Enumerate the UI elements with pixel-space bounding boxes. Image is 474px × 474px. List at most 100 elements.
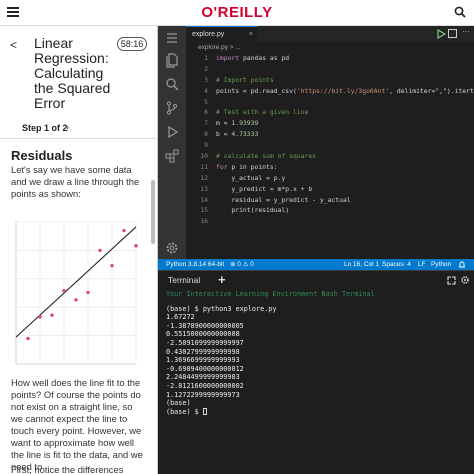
activity-bar (158, 26, 186, 259)
run-icon[interactable] (437, 29, 446, 39)
terminal-line: 0.5515000000000008 (166, 330, 240, 339)
lesson-paragraph: Let's say we have some data and we draw … (11, 164, 140, 199)
search-icon[interactable] (454, 6, 466, 18)
code-line[interactable]: 14 residual = y_predict - y_actual (186, 195, 474, 206)
code-token: # Import points (216, 75, 274, 84)
source-control-icon[interactable] (164, 100, 180, 116)
terminal-line: 1.67272 (166, 313, 195, 322)
split-editor-icon[interactable] (448, 29, 457, 38)
line-number: 5 (204, 97, 208, 106)
code-line[interactable]: 6 # Test with a given line (186, 107, 474, 118)
next-step-chevron-icon[interactable]: › (66, 122, 69, 132)
notifications-bell-icon[interactable] (458, 261, 466, 268)
editor-tab-strip: explore.py × ··· (186, 26, 474, 42)
code-token: b = (216, 130, 232, 139)
more-actions-icon[interactable]: ··· (462, 27, 470, 36)
code-token: pandas as pd (239, 54, 290, 62)
menu-icon[interactable] (164, 30, 180, 46)
tab-explore-py[interactable]: explore.py × (186, 26, 258, 42)
problems-status[interactable]: ⊗ 0 ⚠ 0 (230, 259, 254, 270)
code-area[interactable]: 1 import pandas as pd 2 3 # Import points 4 po… (186, 53, 474, 259)
line-number: 7 (204, 119, 208, 128)
line-number: 14 (200, 195, 208, 204)
line-number: 1 (204, 54, 208, 62)
code-text: for p in points: (216, 163, 278, 171)
gear-icon[interactable] (460, 275, 470, 285)
lesson-scrollbar[interactable] (151, 180, 155, 244)
code-line[interactable]: 2 (186, 64, 474, 75)
terminal-prompt[interactable]: (base) $ (166, 408, 470, 417)
code-token: # calculate sum of squares (216, 152, 317, 161)
code-token: 1.93939 (231, 119, 259, 128)
line-number: 8 (204, 130, 208, 139)
code-token: y_actual = p.y (216, 173, 286, 182)
terminal-panel[interactable]: Terminal + Your Interactive Learning Env… (158, 270, 474, 474)
code-line[interactable]: 8 b = 4.73333 (186, 129, 474, 140)
run-debug-icon[interactable] (164, 124, 180, 140)
terminal-line: 2.2484499999999983 (166, 373, 240, 382)
breadcrumb[interactable]: explore.py > ... (186, 42, 474, 53)
gear-icon[interactable] (164, 240, 180, 256)
section-heading: Residuals (11, 148, 73, 163)
lesson-paragraph: How well does the line fit to the points… (11, 377, 143, 472)
lesson-title: Linear Regression: Calculating the Squar… (34, 35, 111, 111)
code-token: print(residual) (216, 206, 290, 215)
code-line[interactable]: 1 import pandas as pd (186, 53, 474, 64)
code-line[interactable]: 7 m = 1.93939 (186, 118, 474, 129)
code-text: # calculate sum of squares (216, 152, 316, 160)
code-line[interactable]: 10 # calculate sum of squares (186, 151, 474, 162)
terminal-cursor (202, 408, 207, 416)
data-point (86, 290, 90, 295)
code-line[interactable]: 3 # Import points (186, 75, 474, 86)
terminal-line: 1.3696699999999993 (166, 356, 240, 365)
back-chevron-icon[interactable]: < (10, 38, 17, 52)
code-token: 4.73333 (231, 130, 259, 139)
terminal-line: (base) $ python3 explore.py (166, 304, 277, 313)
terminal-line: (base) (166, 399, 191, 408)
brand-logo[interactable]: O'REILLY (0, 4, 474, 21)
code-line[interactable]: 15 print(residual) (186, 205, 474, 216)
explorer-files-icon[interactable] (164, 52, 180, 68)
code-text: b = 4.73333 (216, 130, 258, 138)
data-point (50, 313, 54, 317)
code-text: # Test with a given line (216, 108, 308, 116)
new-terminal-button[interactable]: + (218, 272, 226, 287)
terminal-line: -1.3878900000000005 (166, 321, 244, 330)
code-text: y_predict = m*p.x + b (216, 185, 312, 193)
code-line[interactable]: 5 (186, 97, 474, 108)
code-token: y_predict = m*p.x + b (216, 184, 313, 193)
search-icon[interactable] (164, 76, 180, 92)
line-number: 11 (200, 162, 208, 171)
code-text: import pandas as pd (216, 54, 289, 62)
code-token: p in points: (227, 162, 278, 171)
code-token: for (216, 162, 228, 171)
terminal-line: 0.4302799999999998 (166, 347, 240, 356)
language-mode-status[interactable]: Python (431, 259, 451, 270)
code-line[interactable]: 12 y_actual = p.y (186, 173, 474, 184)
tab-terminal[interactable]: Terminal (168, 275, 200, 285)
terminal-line: -2.5091099999999997 (166, 338, 244, 347)
code-line[interactable]: 9 (186, 140, 474, 151)
time-remaining-badge: 58:16 (117, 37, 147, 51)
terminal-banner: Your Interactive Learning Environment Ba… (166, 290, 375, 298)
close-icon[interactable]: × (249, 27, 253, 42)
line-ending-status[interactable]: LF (418, 259, 426, 270)
terminal-output[interactable]: Your Interactive Learning Environment Ba… (166, 290, 470, 416)
code-token: residual = y_predict - y_actual (216, 195, 351, 204)
terminal-line: 1.1272299999999973 (166, 390, 240, 399)
code-line[interactable]: 11 for p in points: (186, 162, 474, 173)
top-bar: O'REILLY (0, 0, 474, 26)
divider (0, 138, 157, 139)
code-line[interactable]: 4 points = pd.read_csv('https://bit.ly/3g… (186, 86, 474, 97)
code-token: 'https://bit.ly/3go0Ant' (296, 86, 390, 95)
maximize-panel-icon[interactable] (447, 276, 456, 285)
extensions-icon[interactable] (164, 148, 180, 164)
python-interpreter-status[interactable]: Python 3.8.14 64-bit (166, 259, 224, 270)
code-line[interactable]: 13 y_predict = m*p.x + b (186, 184, 474, 195)
cursor-position-status[interactable]: Ln 16, Col 1 (344, 259, 379, 270)
terminal-lines: (base) $ python3 explore.py 1.67272 -1.387… (166, 305, 470, 408)
code-text: residual = y_predict - y_actual (216, 195, 351, 204)
code-line[interactable]: 16 (186, 216, 474, 227)
data-point (122, 228, 126, 233)
indentation-status[interactable]: Spaces: 4 (382, 259, 411, 270)
